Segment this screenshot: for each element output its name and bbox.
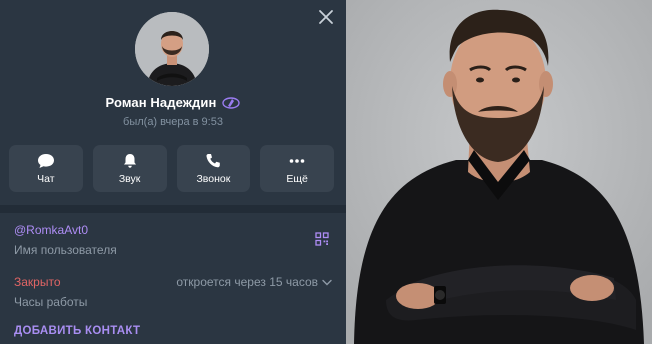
bell-icon xyxy=(123,153,136,168)
action-bar: Чат Звук Звонок Ещё xyxy=(9,145,334,192)
more-button[interactable]: Ещё xyxy=(260,145,334,192)
hours-caption: Часы работы xyxy=(14,295,88,309)
avatar-photo xyxy=(135,12,209,86)
profile-panel: Роман Надеждин был(а) вчера в 9:53 Чат З… xyxy=(0,0,346,344)
section-divider xyxy=(0,205,346,213)
more-label: Ещё xyxy=(286,172,308,185)
profile-photo-viewer[interactable] xyxy=(346,0,652,344)
chat-button[interactable]: Чат xyxy=(9,145,83,192)
chat-icon xyxy=(37,153,54,168)
working-hours-row[interactable]: Закрыто Часы работы откроется через 15 ч… xyxy=(14,275,334,309)
hours-opens-text: откроется через 15 часов xyxy=(176,275,318,289)
username-row[interactable]: @RomkaAvt0 Имя пользователя xyxy=(14,223,334,257)
chevron-down-icon xyxy=(322,279,332,285)
sound-label: Звук xyxy=(118,172,141,185)
sound-button[interactable]: Звук xyxy=(92,145,167,192)
last-seen-status: был(а) вчера в 9:53 xyxy=(123,116,223,128)
avatar[interactable] xyxy=(135,12,209,86)
premium-emoji-icon[interactable] xyxy=(222,96,241,109)
call-label: Звонок xyxy=(196,172,231,185)
qr-code-button[interactable] xyxy=(315,232,329,246)
chat-label: Чат xyxy=(37,172,55,185)
more-icon xyxy=(289,158,305,163)
username-caption: Имя пользователя xyxy=(14,243,117,257)
username-value[interactable]: @RomkaAvt0 xyxy=(14,223,334,237)
close-icon xyxy=(319,10,333,24)
close-button[interactable] xyxy=(315,6,337,28)
profile-photo xyxy=(346,0,652,344)
profile-name: Роман Надеждин xyxy=(105,95,217,110)
call-button[interactable]: Звонок xyxy=(176,145,251,192)
hours-opens[interactable]: откроется через 15 часов xyxy=(176,275,332,289)
phone-icon xyxy=(206,153,221,167)
add-contact-button[interactable]: ДОБАВИТЬ КОНТАКТ xyxy=(14,325,140,337)
name-row: Роман Надеждин xyxy=(0,95,346,110)
qr-code-icon xyxy=(315,232,329,246)
